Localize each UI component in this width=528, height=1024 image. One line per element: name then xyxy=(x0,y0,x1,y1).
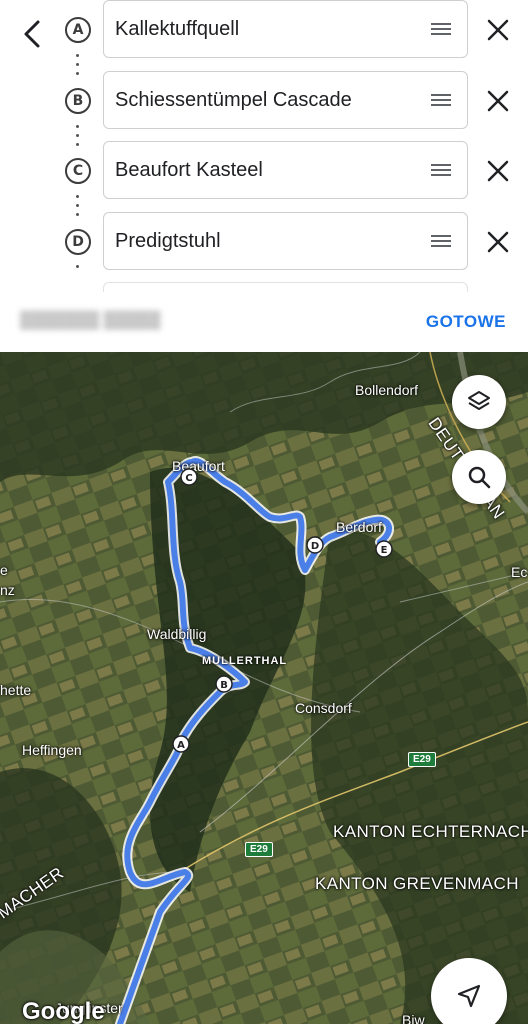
drag-handle-icon[interactable] xyxy=(431,23,451,35)
stop-name-a: Kallektuffquell xyxy=(115,17,240,40)
map-marker-a-letter: A xyxy=(177,740,185,751)
stop-name-c: Beaufort Kasteel xyxy=(115,158,263,181)
close-icon[interactable] xyxy=(484,157,512,185)
stop-row-b: B Schiessentümpel Cascade xyxy=(0,71,528,129)
stop-row-d: D Predigtstuhl xyxy=(0,212,528,270)
map-marker-d[interactable]: D xyxy=(306,536,324,554)
stop-marker-d: D xyxy=(65,229,91,255)
map-marker-e-letter: E xyxy=(381,545,388,556)
drag-handle-icon[interactable] xyxy=(431,94,451,106)
stop-row-a: A Kallektuffquell xyxy=(0,0,528,58)
search-along-route-button[interactable] xyxy=(452,450,506,504)
stop-field-b[interactable]: Schiessentümpel Cascade xyxy=(103,71,468,129)
google-logo: Google xyxy=(22,998,105,1024)
search-icon xyxy=(468,466,491,489)
connector-dots xyxy=(76,265,80,274)
drag-handle-icon[interactable] xyxy=(431,164,451,176)
map-marker-c[interactable]: C xyxy=(180,468,198,486)
close-icon[interactable] xyxy=(484,16,512,44)
directions-panel: A Kallektuffquell B Schiessentümpel Casc… xyxy=(0,0,528,352)
done-button[interactable]: GOTOWE xyxy=(426,312,506,332)
stop-field-d[interactable]: Predigtstuhl xyxy=(103,212,468,270)
map-marker-d-letter: D xyxy=(311,541,319,552)
route-stop-markers: A B C D E xyxy=(172,468,393,753)
navigate-button[interactable] xyxy=(431,958,507,1024)
map-marker-c-letter: C xyxy=(185,473,192,484)
map-view[interactable]: Bollendorf Beaufort Berdorf Waldbillig M… xyxy=(0,352,528,1024)
close-icon[interactable] xyxy=(484,228,512,256)
map-marker-b-letter: B xyxy=(220,680,228,691)
map-marker-a[interactable]: A xyxy=(172,735,190,753)
next-stop-field-partial xyxy=(103,282,468,292)
map-marker-e[interactable]: E xyxy=(375,540,393,558)
stop-field-a[interactable]: Kallektuffquell xyxy=(103,0,468,58)
stop-name-d: Predigtstuhl xyxy=(115,229,221,252)
close-icon[interactable] xyxy=(484,87,512,115)
navigation-arrow-icon xyxy=(457,984,481,1008)
map-marker-b[interactable]: B xyxy=(215,675,233,693)
layers-button[interactable] xyxy=(452,375,506,429)
drag-handle-icon[interactable] xyxy=(431,235,451,247)
stop-name-b: Schiessentümpel Cascade xyxy=(115,88,352,111)
stop-marker-b: B xyxy=(65,88,91,114)
blurred-summary-text: ███████ █████ xyxy=(20,312,161,329)
stop-row-c: C Beaufort Kasteel xyxy=(0,141,528,199)
stop-marker-a: A xyxy=(65,17,91,43)
stop-field-c[interactable]: Beaufort Kasteel xyxy=(103,141,468,199)
layers-icon xyxy=(468,391,490,410)
stop-marker-c: C xyxy=(65,158,91,184)
